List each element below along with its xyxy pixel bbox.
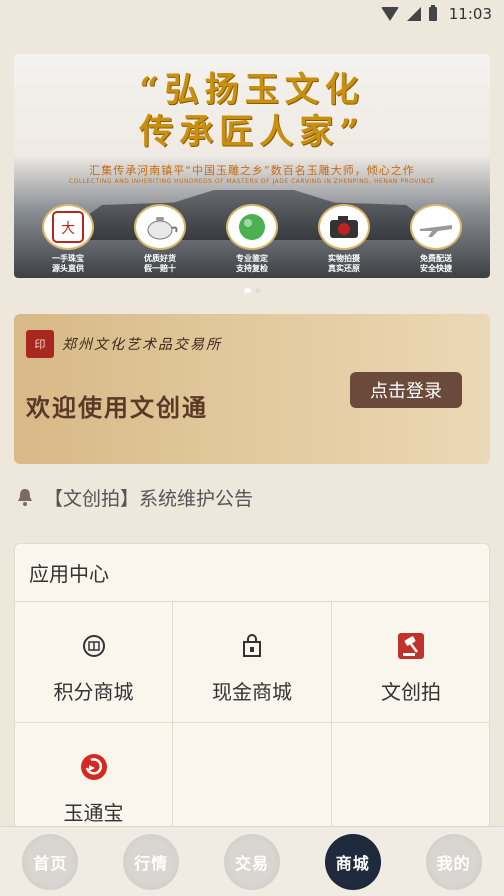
promo-banner[interactable]: “弘扬玉文化 传承匠人家” 汇集传承河南镇平“中国玉雕之乡”数百名玉雕大师，倾心… [14,54,490,278]
notice-text[interactable]: 【文创拍】系统维护公告 [44,484,253,511]
nav-market[interactable]: 行情 [123,833,180,890]
shopping-bag-icon [238,632,266,660]
nav-label: 我的 [436,853,471,873]
welcome-text: 欢迎使用文创通 [26,393,208,422]
feature-delivery: 免费配送 安全快捷 [400,204,472,274]
feature-text: 优质好货 假一赔十 [144,254,176,273]
app-cash-mall[interactable]: 现金商城 [173,602,332,723]
banner-features: 大 一手珠宝 源头直供 优质好货 假一赔十 专业鉴定 支持复检 实物拍摄 真实还… [32,204,472,274]
app-center-title: 应用中心 [15,544,489,602]
nav-home[interactable]: 首页 [22,833,79,890]
teapot-icon [134,204,186,250]
carousel-dot-active[interactable] [244,288,251,293]
status-bar: 11:03 [0,0,504,28]
org-name: 郑州文化艺术品交易所 [62,337,222,353]
feature-text: 免费配送 安全快捷 [420,254,452,273]
wifi-icon [380,7,399,21]
nav-mall[interactable]: 商城 [324,833,381,890]
bottom-nav: 首页 行情 交易 商城 我的 [0,826,504,896]
jade-icon [226,204,278,250]
app-points-mall[interactable]: 积分商城 [15,602,173,723]
login-card: 印 郑州文化艺术品交易所 欢迎使用文创通 点击登录 [14,314,490,464]
org-seal-icon: 印 [26,330,54,358]
status-time: 11:03 [448,5,492,23]
logo-seal-icon: 大 [42,204,94,250]
camera-icon [318,204,370,250]
app-center: 应用中心 积分商城 现金商城 文创拍 玉通宝 [14,543,490,863]
nav-label: 行情 [134,853,169,873]
nav-trade[interactable]: 交易 [223,833,280,890]
airplane-icon [410,204,462,250]
feature-appraisal: 专业鉴定 支持复检 [216,204,288,274]
nav-label: 交易 [234,853,269,873]
signal-icon [406,7,421,21]
app-label: 文创拍 [381,680,441,704]
app-label: 积分商城 [53,680,134,704]
carousel-dots [0,288,504,293]
feature-text: 实物拍摄 真实还原 [328,254,360,273]
nav-label: 商城 [335,853,370,873]
app-grid: 积分商城 现金商城 文创拍 玉通宝 [15,602,490,844]
svg-text:大: 大 [61,221,75,237]
feature-text: 专业鉴定 支持复检 [236,254,268,273]
banner-subtitle-en: COLLECTING AND INHERITING HUNDREDS OF MA… [68,178,436,185]
feature-photo: 实物拍摄 真实还原 [308,204,380,274]
feature-text: 一手珠宝 源头直供 [52,254,84,273]
feature-quality: 优质好货 假一赔十 [124,204,196,274]
yutongbao-icon [80,753,108,781]
points-mall-icon [80,632,108,660]
login-button[interactable]: 点击登录 [350,372,462,408]
bell-icon [14,486,36,508]
battery-icon [428,5,437,21]
app-label: 玉通宝 [63,801,124,825]
nav-label: 首页 [33,853,68,873]
app-label: 现金商城 [212,680,292,704]
banner-subtitle: 汇集传承河南镇平“中国玉雕之乡”数百名玉雕大师，倾心之作 [89,164,415,177]
carousel-dot[interactable] [255,288,260,293]
auction-gavel-icon [397,632,425,660]
nav-mine[interactable]: 我的 [425,833,482,890]
banner-title-line2: 传承匠人家” [139,112,365,152]
system-notice[interactable]: 【文创拍】系统维护公告 [14,482,490,512]
app-wenchuang-auction[interactable]: 文创拍 [332,602,490,723]
feature-direct-supply: 大 一手珠宝 源头直供 [32,204,104,274]
